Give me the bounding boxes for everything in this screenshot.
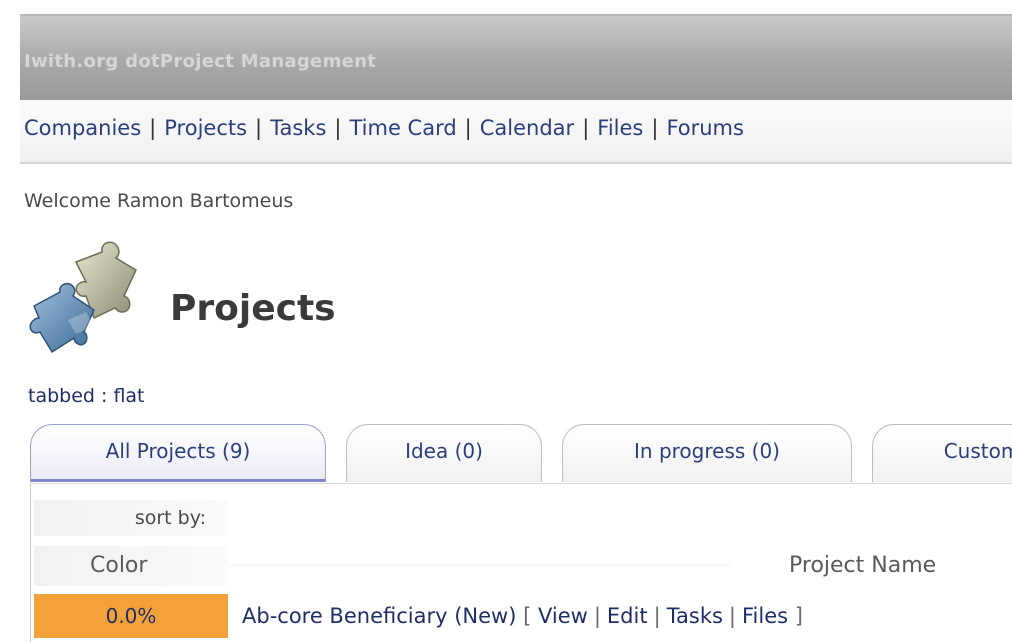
nav-separator: | — [334, 116, 342, 140]
page: Iwith.org dotProject Management Companie… — [0, 0, 1012, 642]
column-header-color[interactable]: Color — [34, 546, 228, 586]
tab-custom[interactable]: Custom — [872, 424, 1012, 482]
nav-item-time-card[interactable]: Time Card — [349, 116, 456, 140]
view-link[interactable]: View — [538, 604, 588, 628]
nav-separator: | — [255, 116, 263, 140]
nav-separator: | — [464, 116, 472, 140]
project-progress-cell: 0.0% — [34, 594, 228, 638]
bracket-close: ] — [794, 604, 803, 628]
nav-item-calendar[interactable]: Calendar — [480, 116, 574, 140]
nav-separator: | — [651, 116, 659, 140]
action-separator: | — [653, 604, 661, 628]
action-separator: | — [593, 604, 601, 628]
table-header: Color Project Name — [34, 546, 1012, 586]
app-title: Iwith.org dotProject Management — [24, 51, 377, 72]
nav-item-forums[interactable]: Forums — [666, 116, 744, 140]
project-entry: Ab-core Beneficiary (New) [ View | Edit | Ta… — [242, 594, 803, 638]
table-row: 0.0% Ab-core Beneficiary (New) [ View | Ed… — [34, 594, 1012, 638]
edit-link[interactable]: Edit — [607, 604, 648, 628]
tab-idea[interactable]: Idea (0) — [346, 424, 542, 482]
nav-item-companies[interactable]: Companies — [24, 116, 141, 140]
page-title: Projects — [170, 288, 336, 329]
puzzle-icon — [28, 240, 160, 360]
nav-separator: | — [149, 116, 157, 140]
nav-item-files[interactable]: Files — [597, 116, 643, 140]
tab-all-projects[interactable]: All Projects (9) — [30, 424, 326, 482]
files-link[interactable]: Files — [742, 604, 788, 628]
column-header-project-name[interactable]: Project Name — [789, 546, 936, 586]
welcome-message: Welcome Ramon Bartomeus — [24, 190, 294, 212]
nav-item-projects[interactable]: Projects — [164, 116, 247, 140]
nav-separator: | — [582, 116, 590, 140]
action-separator: | — [728, 604, 736, 628]
header-divider — [230, 564, 730, 568]
project-name-link[interactable]: Ab-core Beneficiary (New) — [242, 604, 516, 628]
tasks-link[interactable]: Tasks — [667, 604, 723, 628]
nav-item-tasks[interactable]: Tasks — [270, 116, 326, 140]
bracket-open: [ — [523, 604, 532, 628]
sort-by-label: sort by: — [34, 500, 228, 536]
view-mode-toggle[interactable]: tabbed : flat — [28, 385, 145, 407]
tab-in-progress[interactable]: In progress (0) — [562, 424, 852, 482]
main-nav: Companies | Projects | Tasks | Time Card | Calen… — [24, 116, 744, 140]
